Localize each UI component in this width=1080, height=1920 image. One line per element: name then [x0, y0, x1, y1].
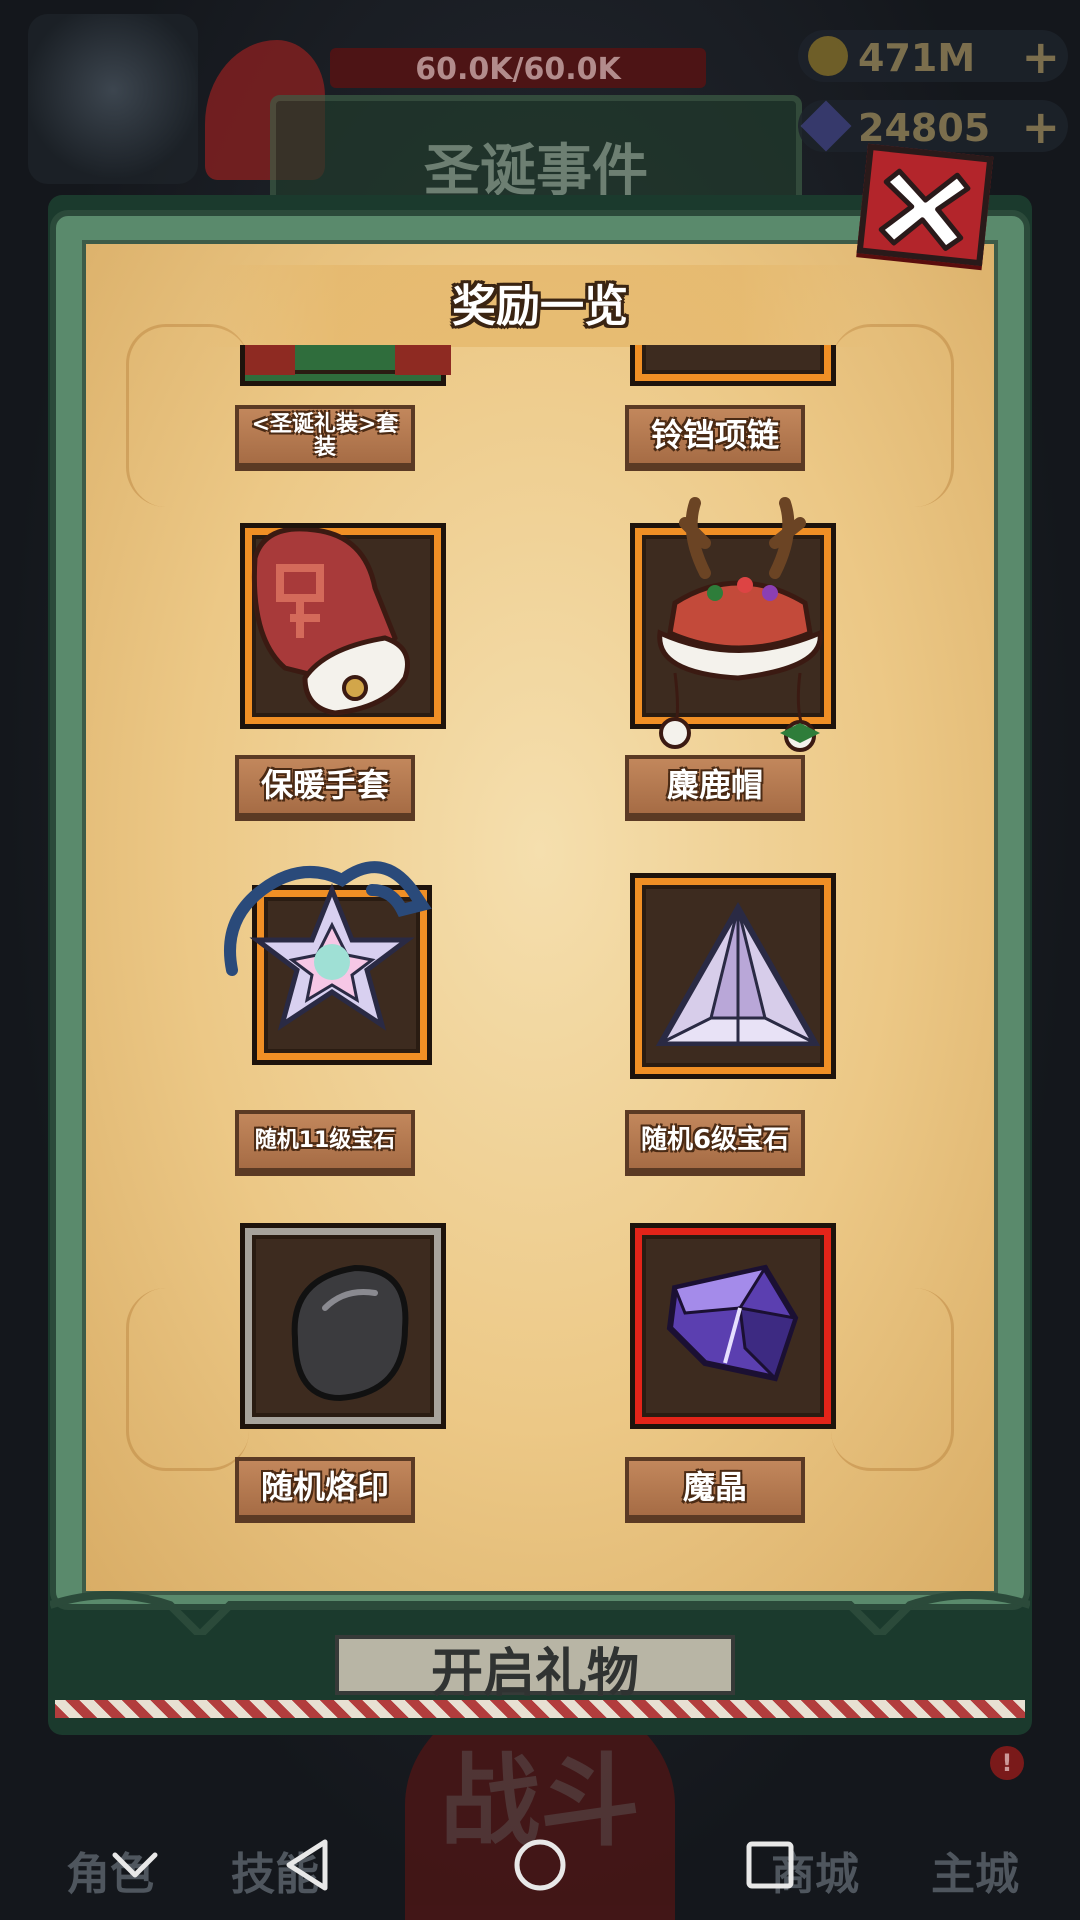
- gem-counter: 24805 +: [798, 100, 1068, 154]
- gem-value: 24805: [858, 106, 991, 150]
- add-gem-button[interactable]: +: [1021, 100, 1060, 154]
- player-avatar[interactable]: [28, 14, 198, 184]
- reward-label: 铃铛项链: [625, 405, 805, 467]
- reward-label: 麋鹿帽: [625, 755, 805, 817]
- reward-item-warm-mitten[interactable]: [240, 523, 446, 729]
- reward-label: <圣诞礼装>套装: [235, 405, 415, 467]
- system-nav-bar: [0, 1810, 1080, 1920]
- reward-item-brand-stone[interactable]: [240, 1223, 446, 1429]
- alert-badge: !: [990, 1746, 1024, 1780]
- christmas-outfit-icon: [245, 345, 451, 375]
- brand-stone-icon: [291, 1264, 409, 1402]
- reward-item-magic-crystal[interactable]: [630, 1223, 836, 1429]
- open-gift-label: 开启礼物: [430, 1644, 639, 1704]
- gold-counter: 471M +: [798, 30, 1068, 84]
- close-x-icon: [878, 168, 971, 251]
- add-gold-button[interactable]: +: [1021, 30, 1060, 84]
- level6-gem-icon: [655, 901, 821, 1046]
- reward-item-bell-necklace[interactable]: [630, 345, 836, 386]
- reward-item-level11-gem[interactable]: [224, 861, 432, 1065]
- magic-crystal-icon: [666, 1264, 799, 1382]
- chevron-down-icon[interactable]: [100, 1830, 170, 1900]
- back-triangle-icon[interactable]: [275, 1830, 345, 1900]
- reward-reindeer-hat-icon: [657, 497, 823, 752]
- reward-label: 保暖手套: [235, 755, 415, 817]
- open-gift-button: 开启礼物: [335, 1635, 735, 1704]
- bell-necklace-icon: [635, 345, 841, 391]
- warm-mitten-icon: [251, 528, 410, 716]
- level11-gem-icon: [224, 861, 432, 1031]
- reward-label: 随机6级宝石: [625, 1110, 805, 1172]
- recent-square-icon[interactable]: [735, 1830, 805, 1900]
- reward-label: 随机烙印: [235, 1457, 415, 1519]
- reward-item-reindeer-hat[interactable]: [630, 497, 836, 752]
- reward-item-level6-gem[interactable]: [630, 873, 836, 1079]
- gold-value: 471M: [858, 36, 976, 80]
- reward-list[interactable]: <圣诞礼装>套装 铃铛项链 保暖手套 麋鹿帽 随机11级宝石 随机6级宝石 随机…: [90, 345, 990, 1590]
- reward-label: 随机11级宝石: [235, 1110, 415, 1172]
- home-circle-icon[interactable]: [505, 1830, 575, 1900]
- close-button[interactable]: [856, 143, 994, 267]
- hp-text: 60.0K/60.0K: [415, 52, 621, 87]
- gem-icon: [800, 100, 852, 152]
- reward-label: 魔晶: [625, 1457, 805, 1519]
- gold-coin-icon: [808, 36, 848, 76]
- reward-item-christmas-outfit[interactable]: [240, 345, 451, 386]
- dialog-bottom-ornament: [50, 1591, 1030, 1635]
- candy-stripe-border: [55, 1700, 1025, 1718]
- dialog-title: 奖励一览: [452, 281, 628, 332]
